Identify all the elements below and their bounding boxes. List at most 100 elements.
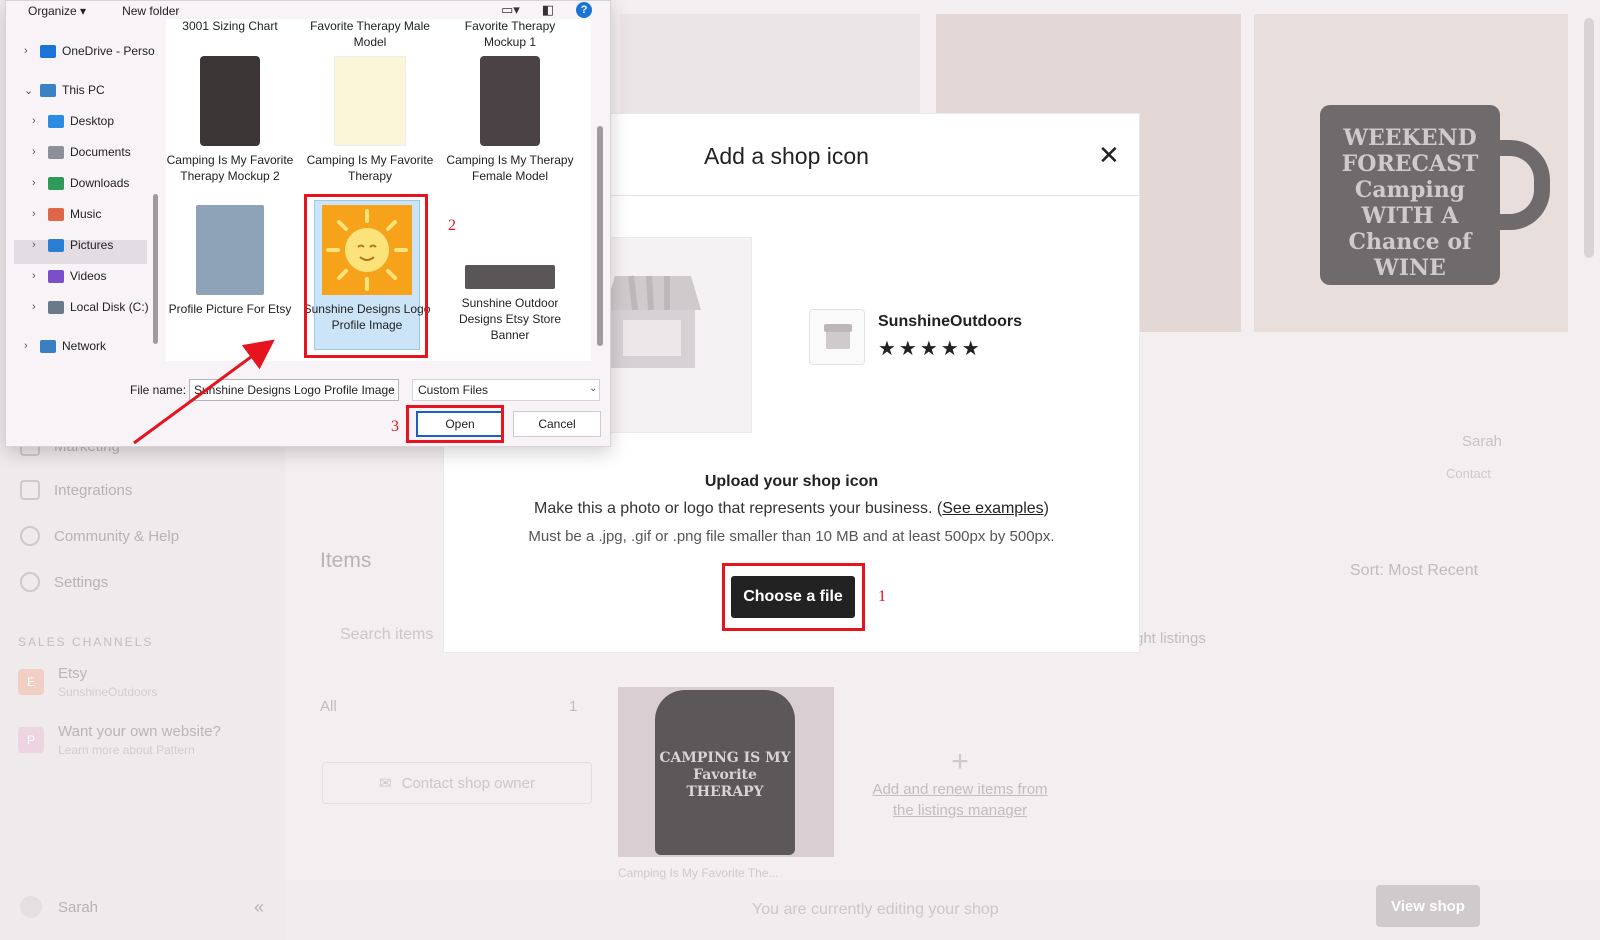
sidebar-item-integrations[interactable]: Integrations [20,480,132,500]
file-label: Profile Picture For Etsy [168,302,292,316]
file-item[interactable]: Favorite Therapy Mockup 1 [445,18,575,50]
see-examples-link[interactable]: See examples [942,500,1043,517]
modal-title: Add a shop icon [704,143,869,169]
sidebar-item-settings[interactable]: Settings [20,572,108,592]
expand-caret-icon[interactable]: › [32,208,42,220]
file-type-select[interactable]: Custom Files [412,379,600,401]
sidebar-item-label: Settings [54,573,109,591]
file-item[interactable]: Favorite Therapy Male Model [305,18,435,50]
upload-requirements: Must be a .jpg, .gif or .png file smalle… [528,528,1055,545]
expand-caret-icon[interactable]: › [32,239,42,251]
nav-item-label: This PC [62,83,105,97]
account-menu[interactable]: Sarah « [20,896,264,918]
expand-caret-icon[interactable]: › [24,340,34,352]
close-icon[interactable]: ✕ [1098,140,1120,171]
contact-link[interactable]: Contact [1446,466,1491,481]
upload-description-text: Make this a photo or logo that represent… [534,500,943,517]
file-item[interactable]: Camping Is My Favorite Therapy Mockup 2 [165,56,295,184]
shop-owner-name: Sarah [1462,433,1503,450]
nav-item-music[interactable]: › Music [32,207,101,221]
cancel-button[interactable]: Cancel [513,411,601,437]
view-mode-icon[interactable]: ▭▾ [501,2,520,18]
nav-item-label: Documents [70,145,131,159]
nav-item-local-disk-c[interactable]: › Local Disk (C:) [32,300,149,314]
nav-item-this-pc[interactable]: ⌄ This PC [24,83,105,97]
annotation-number-3: 3 [391,418,399,435]
shop-name: SunshineOutdoors [878,313,1022,330]
star-rating: ★★★★★ [878,338,983,360]
add-items-link[interactable]: Add and renew items from the listings ma… [860,779,1060,821]
file-label: Sunshine Outdoor Designs Etsy Store Bann… [458,296,562,342]
file-item[interactable]: Camping Is My Therapy Female Model [445,56,575,184]
nav-item-network[interactable]: › Network [24,339,106,353]
folder-icon [48,207,64,221]
storefront-icon [605,275,701,368]
sort-dropdown[interactable]: Sort: Most Recent [1350,562,1478,580]
chevron-down-icon[interactable]: ⌄ [387,383,395,394]
nav-item-pictures[interactable]: › Pictures [32,238,113,252]
contact-shop-owner-button[interactable]: ✉ Contact shop owner [322,762,592,804]
folder-icon [48,269,64,283]
nav-item-downloads[interactable]: › Downloads [32,176,129,190]
page-scrollbar[interactable] [1584,18,1594,258]
expand-caret-icon[interactable]: › [32,270,42,282]
nav-item-label: Music [70,207,102,221]
channel-etsy[interactable]: E Etsy SunshineOutdoors [18,657,270,707]
sales-channels-heading: SALES CHANNELS [18,635,154,649]
nav-scrollbar[interactable] [153,194,158,344]
contact-shop-owner-label: Contact shop owner [401,774,535,792]
file-name-input[interactable]: Sunshine Designs Logo Profile Image [189,379,399,401]
expand-caret-icon[interactable]: › [32,301,42,313]
folder-icon [48,300,64,314]
listings-hint: ght listings [1135,630,1206,647]
dialog-view-controls: ▭▾ ◧ ? [501,2,593,18]
help-icon[interactable]: ? [576,2,593,18]
section-all[interactable]: All [320,698,337,715]
file-label: Camping Is My Therapy Female Model [446,153,574,183]
nav-item-videos[interactable]: › Videos [32,269,106,283]
folder-icon [48,176,64,190]
annotation-number-2: 2 [448,217,456,234]
grid-icon [20,480,40,500]
add-items-card[interactable]: + Add and renew items from the listings … [860,745,1060,821]
expand-caret-icon[interactable]: › [32,146,42,158]
sidebar-item-community[interactable]: Community & Help [20,526,179,546]
organize-button[interactable]: Organize ▾ [28,4,86,18]
listing-shirt-image: CAMPING IS MY Favorite THERAPY [655,690,795,855]
file-item[interactable]: Camping Is My Favorite Therapy [305,56,435,184]
listing-title[interactable]: Camping Is My Favorite The... [618,866,779,880]
expand-caret-icon[interactable]: › [32,115,42,127]
expand-caret-icon[interactable]: › [24,45,34,57]
annotation-box-step-3 [406,405,504,443]
preview-pane-icon[interactable]: ◧ [542,2,554,18]
shop-icon [824,324,852,349]
nav-item-onedrive-perso[interactable]: › OneDrive - Perso [24,44,155,58]
mail-icon: ✉ [379,775,392,792]
dialog-toolbar: Organize ▾ New folder [28,4,179,18]
people-icon [20,526,40,546]
channel-pattern[interactable]: P Want your own website? Learn more abou… [18,715,270,765]
file-list-scrollbar[interactable] [597,126,603,346]
search-items-input[interactable]: Search items [340,626,433,644]
nav-item-documents[interactable]: › Documents [32,145,131,159]
file-label: Favorite Therapy Male Model [310,19,430,49]
file-label: Camping Is My Favorite Therapy [306,153,434,183]
expand-caret-icon[interactable]: ⌄ [24,84,34,97]
collapse-sidebar-icon[interactable]: « [254,897,264,918]
nav-item-label: OneDrive - Perso [62,44,155,58]
expand-caret-icon[interactable]: › [32,177,42,189]
gear-icon [20,572,40,592]
file-item[interactable]: Sunshine Outdoor Designs Etsy Store Bann… [445,265,575,343]
new-folder-button[interactable]: New folder [122,4,179,18]
file-item[interactable]: Profile Picture For Etsy [165,205,295,317]
avatar [20,896,42,918]
nav-item-label: Videos [70,269,107,283]
annotation-box-step-1 [722,563,865,631]
view-shop-button[interactable]: View shop [1376,885,1480,927]
chevron-down-icon[interactable]: ⌄ [589,383,597,394]
folder-icon [40,44,56,58]
upload-description: Make this a photo or logo that represent… [443,500,1140,518]
channel-subtitle: Learn more about Pattern [58,743,195,757]
file-item[interactable]: 3001 Sizing Chart [165,18,295,34]
nav-item-desktop[interactable]: › Desktop [32,114,114,128]
